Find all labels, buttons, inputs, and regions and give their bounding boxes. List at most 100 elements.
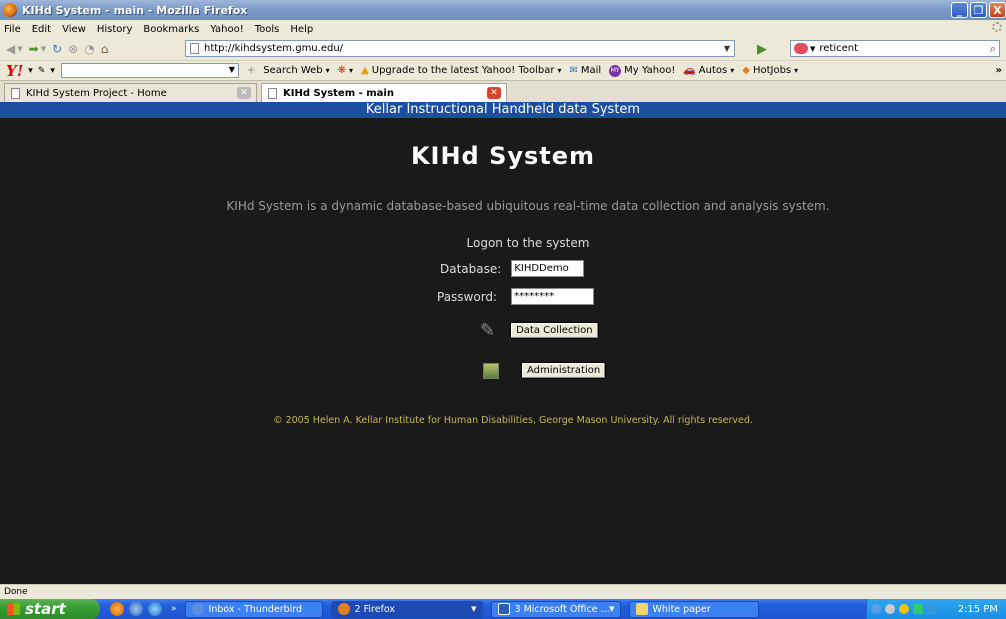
password-field[interactable]: ********: [511, 288, 595, 305]
menu-file[interactable]: File: [4, 24, 21, 35]
taskbar-item-label: 2 Firefox: [354, 603, 396, 615]
tab-label: KIHd System - main: [283, 87, 394, 99]
database-field[interactable]: KIHDDemo: [511, 260, 585, 277]
reload-icon[interactable]: ↻: [52, 42, 62, 56]
start-button[interactable]: start: [0, 599, 100, 619]
autos-dropdown-icon[interactable]: ▾: [730, 66, 734, 75]
data-collection-button[interactable]: Data Collection: [510, 322, 599, 339]
thunderbird-quicklaunch-icon[interactable]: [129, 602, 143, 616]
search-box[interactable]: ▼ reticent ⌕: [790, 40, 1000, 57]
toolbar-overflow-button[interactable]: »: [996, 65, 1002, 76]
system-tray: 2:15 PM: [866, 599, 1006, 619]
menu-view[interactable]: View: [62, 24, 86, 35]
page-icon: [268, 87, 277, 99]
back-dropdown-icon[interactable]: ▼: [17, 45, 22, 53]
menu-history[interactable]: History: [97, 24, 133, 35]
minimize-button[interactable]: _: [951, 2, 968, 18]
window-title-bar: KIHd System - main - Mozilla Firefox _ ❐…: [0, 0, 1006, 20]
status-bar: Done: [0, 584, 1006, 599]
hotjobs-dropdown-icon[interactable]: ▾: [794, 66, 798, 75]
network-icon[interactable]: [927, 604, 937, 614]
page-icon: [190, 43, 199, 54]
tab-system-main[interactable]: KIHd System - main ✕: [261, 83, 507, 102]
plus-icon[interactable]: +: [247, 65, 255, 76]
url-bar[interactable]: http://kihdsystem.gmu.edu/ ▼: [185, 40, 735, 57]
upgrade-dropdown-icon[interactable]: ▾: [557, 66, 561, 75]
administration-button[interactable]: Administration: [521, 362, 607, 379]
hotjobs-button[interactable]: HotJobs: [753, 65, 791, 76]
tab-label: KIHd System Project - Home: [26, 87, 167, 99]
go-icon[interactable]: ▶: [757, 42, 767, 57]
my-yahoo-icon: MY: [609, 64, 622, 77]
yahoo-search-input[interactable]: ▼: [60, 63, 239, 78]
database-row: Database: KIHDDemo: [440, 260, 585, 277]
tab-project-home[interactable]: KIHd System Project - Home ✕: [4, 83, 257, 102]
pencil-icon[interactable]: ✎: [38, 66, 46, 76]
forward-dropdown-icon[interactable]: ▼: [41, 45, 46, 53]
yahoo-logo[interactable]: Y!: [6, 62, 23, 80]
throbber-icon: [992, 22, 1002, 32]
group-dropdown-icon: ▼: [471, 605, 477, 613]
forward-icon[interactable]: ➡: [29, 42, 39, 56]
taskbar-item-firefox[interactable]: 2 Firefox ▼: [330, 600, 483, 618]
page-content: Kellar Instructional Handheld data Syste…: [0, 102, 1006, 584]
history-icon[interactable]: ◔: [84, 42, 94, 56]
administration-icon[interactable]: [483, 362, 499, 379]
status-text: Done: [4, 587, 28, 597]
menu-bookmarks[interactable]: Bookmarks: [143, 24, 199, 35]
taskbar-item-label: 3 Microsoft Office ...: [514, 603, 610, 615]
logon-heading: Logon to the system: [466, 236, 590, 250]
stop-icon[interactable]: ⊗: [68, 42, 78, 56]
taskbar-item-office[interactable]: 3 Microsoft Office ... ▼: [490, 600, 621, 618]
page-title: KIHd System: [410, 142, 596, 170]
menu-bar: File Edit View History Bookmarks Yahoo! …: [0, 20, 1006, 38]
mail-icon: ✉: [569, 65, 578, 76]
password-label: Password:: [437, 289, 498, 304]
autos-icon: 🚗: [683, 65, 696, 76]
yahoo-search-dropdown-icon[interactable]: ▼: [229, 65, 235, 74]
password-row: Password: ********: [437, 288, 595, 305]
back-icon[interactable]: ◀: [6, 42, 15, 56]
upgrade-toolbar-link[interactable]: Upgrade to the latest Yahoo! Toolbar: [372, 65, 555, 76]
autos-button[interactable]: Autos: [699, 65, 727, 76]
url-dropdown-icon[interactable]: ▼: [724, 44, 730, 53]
volume-icon[interactable]: [885, 604, 895, 614]
taskbar-item-white-paper[interactable]: White paper: [628, 600, 759, 618]
pencil-dropdown-icon[interactable]: ▾: [50, 66, 55, 76]
menu-yahoo[interactable]: Yahoo!: [210, 24, 243, 35]
search-web-button[interactable]: Search Web: [263, 65, 322, 76]
search-icon[interactable]: ⌕: [990, 42, 996, 56]
menu-tools[interactable]: Tools: [255, 24, 280, 35]
antispy-icon[interactable]: ❋: [338, 65, 346, 76]
menu-help[interactable]: Help: [290, 24, 313, 35]
taskbar-item-label: White paper: [652, 603, 711, 615]
search-engine-icon[interactable]: [794, 43, 808, 54]
yahoo-toolbar: Y! ▾ ✎ ▾ ▼ + Search Web ▾ ❋ ▾ ▲ Upgrade …: [0, 60, 1006, 80]
restore-button[interactable]: ❐: [970, 2, 987, 18]
firefox-quicklaunch-icon[interactable]: [110, 602, 124, 616]
menu-edit[interactable]: Edit: [32, 24, 51, 35]
clock: 2:15 PM: [957, 603, 998, 615]
antispy-dropdown-icon[interactable]: ▾: [349, 66, 353, 75]
ie-quicklaunch-icon[interactable]: [148, 602, 162, 616]
search-web-dropdown-icon[interactable]: ▾: [326, 66, 330, 75]
yahoo-dropdown-icon[interactable]: ▾: [28, 66, 33, 76]
quicklaunch-more-button[interactable]: »: [171, 604, 177, 614]
administration-row: Administration: [483, 362, 607, 379]
signal-icon[interactable]: [913, 604, 923, 614]
my-yahoo-button[interactable]: My Yahoo!: [624, 65, 675, 76]
url-text: http://kihdsystem.gmu.edu/: [204, 43, 344, 54]
taskbar-item-thunderbird[interactable]: Inbox - Thunderbird: [184, 600, 323, 618]
engine-dropdown-icon[interactable]: ▼: [810, 45, 815, 53]
data-collection-icon[interactable]: ✎: [480, 320, 495, 341]
windows-taskbar: start » Inbox - Thunderbird 2 Firefox ▼ …: [0, 599, 1006, 619]
messenger-icon[interactable]: [899, 604, 909, 614]
close-button[interactable]: X: [989, 2, 1006, 18]
mail-button[interactable]: Mail: [581, 65, 601, 76]
tab-close-icon[interactable]: ✕: [487, 87, 501, 99]
home-icon[interactable]: ⌂: [101, 42, 109, 56]
tray-expand-icon[interactable]: [871, 604, 881, 614]
tab-close-icon[interactable]: ✕: [237, 87, 251, 99]
system-description: KIHd System is a dynamic database-based …: [226, 199, 830, 213]
window-title: KIHd System - main - Mozilla Firefox: [22, 3, 248, 17]
